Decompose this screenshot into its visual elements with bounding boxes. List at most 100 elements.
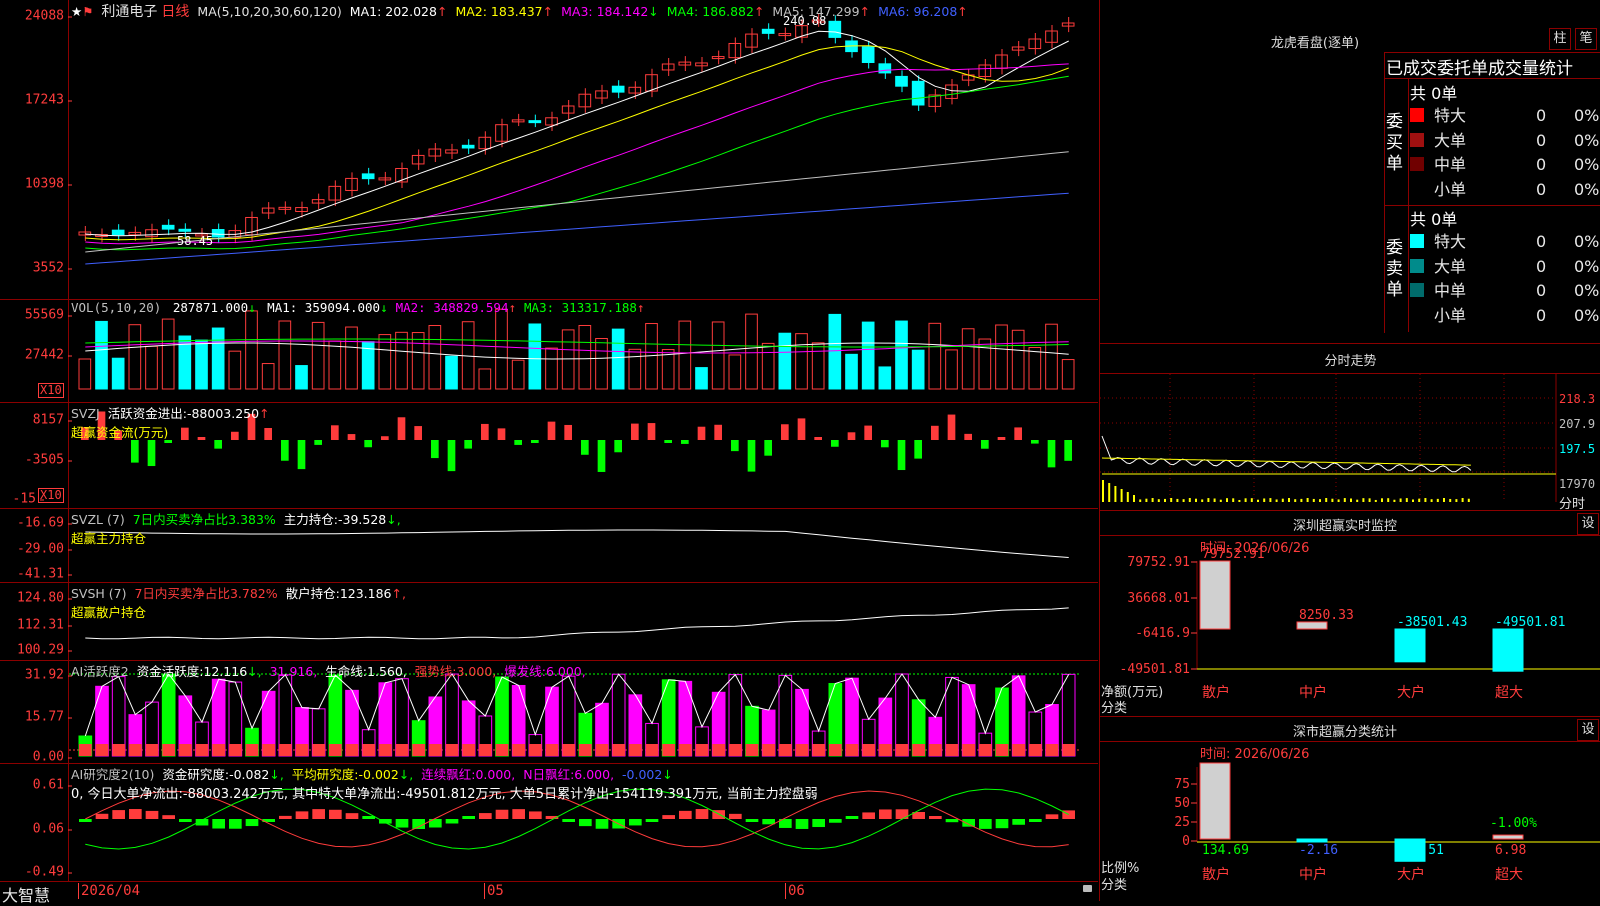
ai-active-base-bar [845,744,859,756]
ma-legend-item: MA6: 96.208↑ [878,4,968,19]
ai-active-base-bar [1045,744,1059,756]
ai-research-bar [979,819,992,829]
intraday-volume-bar [1412,499,1414,502]
volume-bar [195,339,208,390]
intraday-volume-bar [1120,489,1123,502]
svzj-name: SVZJ [71,406,100,421]
order-row-count: 0 [1536,305,1547,325]
ai-active-base-bar [495,744,509,756]
svzl-legend: SVZL (7) 7日内买卖净占比3.383% 主力持仓:-39.528↓, 超… [71,509,405,547]
ai-active-base-bar [145,744,159,756]
intraday-volume-bar [1337,499,1340,502]
vol-ma-legend-item: MA3: 313317.188↑ [524,300,645,315]
bar-chart-bar [1199,762,1231,840]
ai-research-panel[interactable]: 0.61 0.06 -0.49 AI研究度2(10) 资金研究度:-0.082↓… [0,763,1098,881]
ai-active-legend: AI活跃度2 资金活跃度:12.116↓, 31.916, 生命线:1.560,… [71,661,590,680]
ai-research-bar [212,819,225,829]
intraday-volume-bar [1114,486,1117,502]
ai-active-base-bar [945,744,959,756]
price-plot[interactable]: 240.88 58.45 [69,0,1098,299]
vol-ma-legend-item: MA1: 359094.000↓ [267,300,388,315]
svzl-panel[interactable]: -16.69 -29.00 -41.31 SVZL (7) 7日内买卖净占比3.… [0,508,1098,583]
price-y-label: 10398 [24,176,73,192]
ai-research-bar [845,816,859,819]
ai-research-bar [445,819,459,824]
intraday-volume-bar [1275,499,1278,502]
volume-panel[interactable]: 55569 27442 X10 VOL(5,10,20) 287871.000↓… [0,299,1098,403]
bar-chart-value-label: -38501.43 [1397,615,1467,630]
stock-name[interactable]: 利通电子 [101,4,157,20]
order-row-label: 小单 [1434,305,1467,325]
intraday-chart[interactable] [1100,374,1600,511]
classify-bar-chart[interactable]: 75 50 25 0 134.69 散户 -2.16 中户 -39.51 大户 6.98 超大 -1.0… [1100,717,1600,901]
intraday-panel[interactable]: 分时走势 218.3 207.9 197.5 17970 分时 [1099,343,1600,512]
volume-bar [528,323,542,390]
volume-bar [711,321,725,390]
price-panel[interactable]: 24088 17243 10398 3552 ★⚑ 利通电子 日线 MA(5,10… [0,0,1098,300]
svzj-y-axis: 8157 -3505 -15 X10 [0,402,73,508]
bar-mode-button[interactable]: 柱 [1549,28,1571,50]
order-row-count: 0 [1536,232,1547,251]
volume-bar [1061,359,1075,390]
ai-active-bar [161,673,176,757]
svzj-bar [631,423,639,440]
intraday-volume-bar [1102,480,1104,502]
ai-research-legend: AI研究度2(10) 资金研究度:-0.082↓, 平均研究度:-0.002↓,… [71,764,822,802]
svzj-panel[interactable]: 8157 -3505 -15 X10 SVZJ 活跃资金进出:-88003.25… [0,402,1098,509]
brand-logo[interactable]: 大智慧 [2,882,50,906]
ai-active-bar [728,674,743,757]
ai-active-panel[interactable]: 31.92 15.77 0.00 AI活跃度2 资金活跃度:12.116↓, 3… [0,660,1098,765]
bar-chart-category-label: 大户 [1397,684,1425,701]
svzl-hold-label: 主力持仓: [283,512,339,527]
ai-research-bar [179,819,192,822]
bar-chart-tick-label: 75 [1174,777,1190,792]
ai-active-y-label: 31.92 [24,667,73,683]
ai-active-base-bar [612,744,625,756]
bar-chart-category-label: 散户 [1202,866,1230,883]
svzj-bar [564,424,572,440]
ma2-line [85,45,1069,241]
classify-panel[interactable]: 深市超赢分类统计 设 时间: 2026/06/26 75 50 25 0 134.69 散… [1099,716,1600,901]
order-row-label: 中单 [1434,281,1467,300]
svzj-bar [381,436,389,440]
svzj-bar [447,440,456,472]
volume-bar [695,367,708,390]
date-axis[interactable]: 大智慧 2026/04 05 06 [0,881,1098,905]
dragon-tabs-divider [1384,78,1600,79]
volume-bar [478,368,492,390]
ai-active-base-bar [779,744,792,756]
ai-research-l4-label: N日飘红: [523,767,575,782]
lock-icon[interactable] [1083,885,1092,892]
vol-ma-legend-item: MA2: 348829.594↑ [395,300,517,315]
ai-active-base-bar [462,744,475,756]
order-row-count: 0 [1536,155,1547,174]
order-color-swatch [1410,283,1424,297]
ai-active-base-bar [712,744,725,756]
ma-legend: MA1: 202.028↑ MA2: 183.437↑ MA3: 184.142↓ M… [350,4,976,19]
period-label[interactable]: 日线 [161,4,189,20]
dragon-tabs[interactable]: 已成交委托单成交量统计 [1386,54,1600,79]
monitor-panel[interactable]: 深圳超赢实时监控 设 时间: 2026/06/26 79752.91 36668.… [1099,510,1600,717]
ai-active-base-bar [795,744,809,756]
svzl-line2: 超赢主力持仓 [71,531,147,546]
candle-body [428,148,442,157]
classify-axis-caption: 分类 [1101,878,1128,893]
volume-bar [1028,346,1042,390]
vol-ma-legend-arrow: ↑ [508,300,517,315]
ai-active-base-bar [662,744,675,756]
date-label-jun: 06 [785,883,805,899]
bar-chart-bar [1296,838,1328,843]
ai-research-bar [945,819,959,823]
tick-mode-button[interactable]: 笔 [1575,28,1597,50]
candlestick-chart[interactable] [69,0,1098,299]
svzl-y-label: -16.69 [17,515,72,531]
ai-active-base-bar [395,744,409,756]
volume-bar [811,342,825,390]
volume-bar [95,320,108,390]
monitor-bar-chart[interactable]: 79752.91 36668.01 -6416.9 -49501.81 79752.91… [1100,511,1600,717]
svsh-panel[interactable]: 124.80 112.31 100.29 SVSH (7) 7日内买卖净占比3.… [0,582,1098,661]
intraday-volume-bar [1455,499,1458,502]
bar-chart-tick-label: 36668.01 [1127,591,1190,606]
volume-bar [861,321,875,390]
dragon-panel[interactable]: 龙虎看盘(逐单) 柱 笔 已成交委托单成交量统计 委买单 共 0单 特大 0 0% 大… [1099,0,1600,343]
